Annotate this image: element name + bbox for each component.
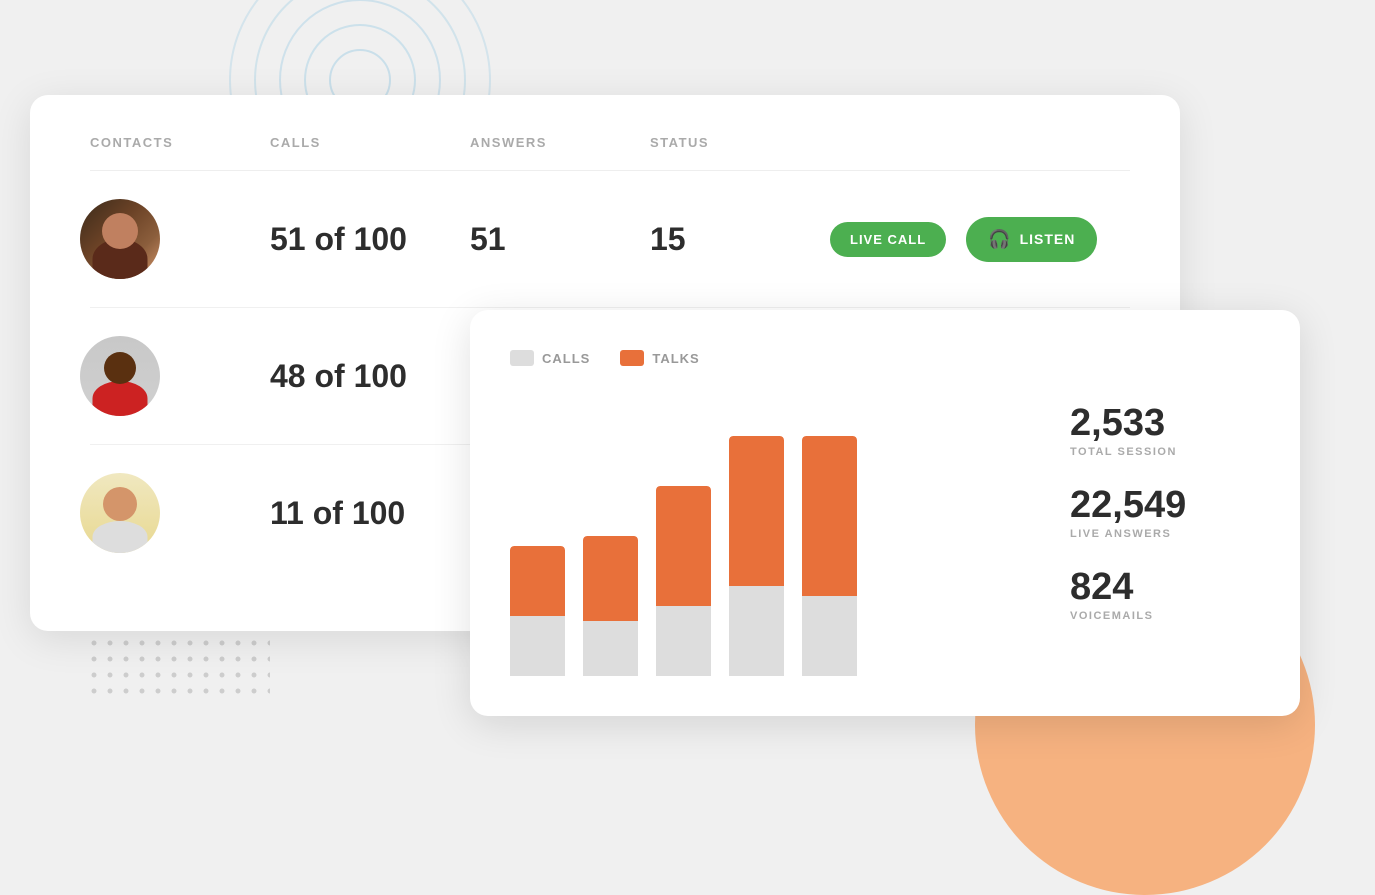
contacts-value: 11 of 100 [270,495,470,532]
headphone-icon: 🎧 [988,229,1011,250]
bar-group [802,436,857,676]
row-actions: LIVE CALL 🎧 LISTEN [830,217,1130,262]
bar-orange [656,486,711,606]
talks-legend-label: TALKS [652,351,699,366]
bar-group [583,536,638,676]
bar-gray [729,586,784,676]
stat-value: 824 [1070,568,1260,606]
listen-label: LISTEN [1020,231,1076,247]
bar-group [656,486,711,676]
bar-gray [583,621,638,676]
calls-legend-label: CALLS [542,351,590,366]
stat-label: TOTAL SESSION [1070,446,1260,458]
legend-talks: TALKS [620,350,699,366]
bar-orange [583,536,638,621]
table-row: 51 of 100 51 15 LIVE CALL 🎧 LISTEN [90,171,1130,308]
table-header: CONTACTS CALLS ANSWERS STATUS [90,135,1130,171]
stat-value: 2,533 [1070,404,1260,442]
stat-label: LIVE ANSWERS [1070,528,1260,540]
bar-gray [510,616,565,676]
talks-swatch [620,350,644,366]
bar-orange [802,436,857,596]
stat-block: 22,549 LIVE ANSWERS [1070,486,1260,540]
calls-value: 51 [470,221,650,258]
bar-group [510,546,565,676]
bar-group [729,436,784,676]
stat-value: 22,549 [1070,486,1260,524]
legend-calls: CALLS [510,350,590,366]
stat-label: VOICEMAILS [1070,610,1260,622]
avatar [80,199,160,279]
listen-button[interactable]: 🎧 LISTEN [966,217,1097,262]
chart-section: CALLS TALKS [510,350,1040,676]
avatar [80,336,160,416]
stat-block: 824 VOICEMAILS [1070,568,1260,622]
bar-orange [510,546,565,616]
avatar [80,473,160,553]
answers-value: 15 [650,221,830,258]
col-header-status: STATUS [650,135,830,150]
contacts-value: 51 of 100 [270,221,470,258]
stat-block: 2,533 TOTAL SESSION [1070,404,1260,458]
col-header-contacts: CONTACTS [90,135,270,150]
stats-section: 2,533 TOTAL SESSION 22,549 LIVE ANSWERS … [1040,350,1260,676]
calls-swatch [510,350,534,366]
chart-bars [510,396,1040,676]
col-header-action [830,135,1130,150]
chart-legend: CALLS TALKS [510,350,1040,366]
contacts-value: 48 of 100 [270,358,470,395]
bar-gray [656,606,711,676]
bar-orange [729,436,784,586]
bar-gray [802,596,857,676]
col-header-calls: CALLS [270,135,470,150]
col-header-answers: ANSWERS [470,135,650,150]
chart-card: CALLS TALKS [470,310,1300,716]
live-call-badge: LIVE CALL [830,222,946,257]
